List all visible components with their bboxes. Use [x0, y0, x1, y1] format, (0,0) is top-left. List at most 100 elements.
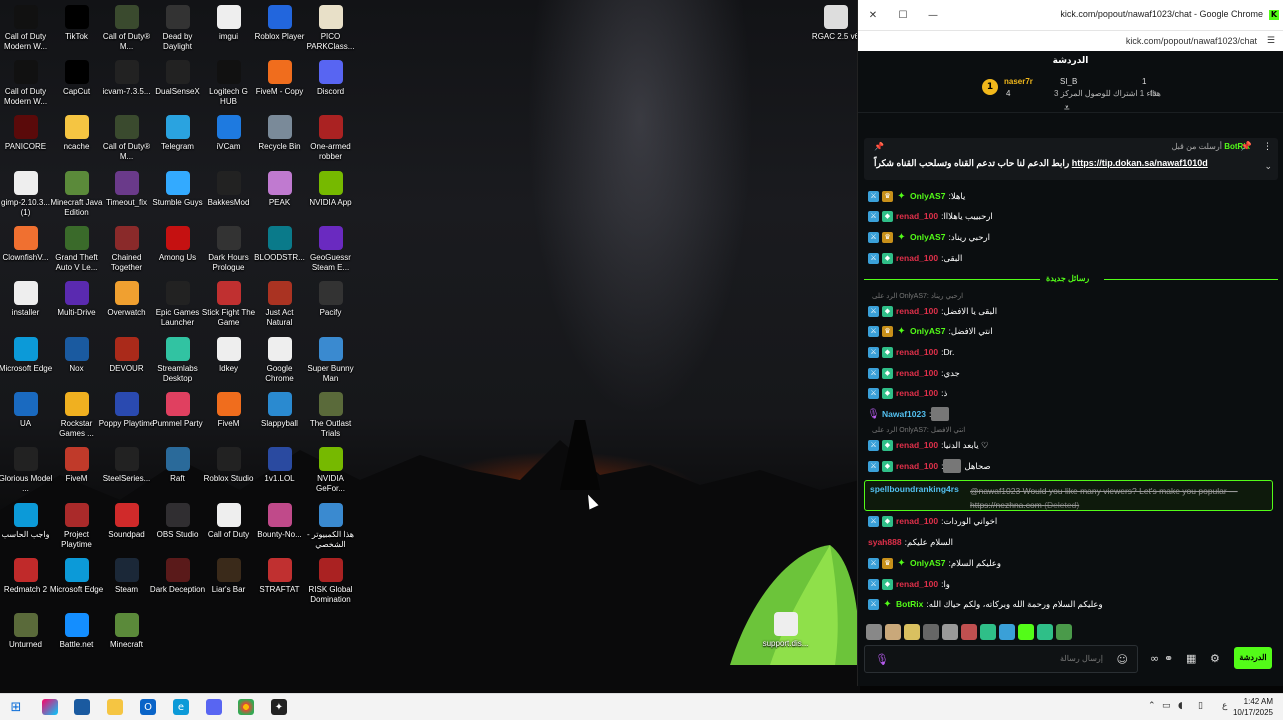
desktop-icon[interactable]: ncache	[51, 115, 102, 152]
windows-start-icon[interactable]: ⊞	[8, 699, 24, 715]
desktop-icon[interactable]: Roblox Studio	[203, 447, 254, 484]
sub-badge-icon[interactable]: ◆	[882, 439, 893, 451]
desktop-icon[interactable]: Pummel Party	[152, 392, 203, 429]
network-icon[interactable]: ▭	[1162, 701, 1171, 711]
desktop-icon[interactable]: FiveM - Copy	[254, 60, 305, 97]
address-bar[interactable]: kick.com/popout/nawaf1023/chat ☰	[858, 30, 1283, 51]
desktop-icon[interactable]: Stumble Guys	[152, 171, 203, 208]
desktop-icon[interactable]: Unturned	[0, 613, 51, 650]
desktop-icon[interactable]: Multi-Drive	[51, 281, 102, 318]
site-info-icon[interactable]: ☰	[1267, 36, 1275, 46]
quick-emote-icon[interactable]	[885, 624, 901, 640]
sub-badge-icon[interactable]: ◆	[882, 305, 893, 317]
unpin-icon[interactable]: 📌	[1241, 142, 1252, 152]
restore-button[interactable]: ☐	[888, 0, 918, 30]
pinned-link[interactable]: https://tip.dokan.sa/nawaf1010d	[1072, 158, 1208, 168]
chat-username[interactable]: renad_100	[896, 579, 938, 589]
crown-badge-icon[interactable]: ♛	[882, 231, 893, 243]
quick-emote-icon[interactable]	[923, 624, 939, 640]
close-button[interactable]: ✕	[858, 0, 888, 30]
mod-badge-icon[interactable]: ⚔	[868, 387, 879, 399]
desktop-icon[interactable]: Slappyball	[254, 392, 305, 429]
mod-badge-icon[interactable]: ⚔	[868, 460, 879, 472]
desktop-icon[interactable]: Overwatch	[101, 281, 152, 318]
crown-badge-icon[interactable]: ♛	[882, 557, 893, 569]
emote-image[interactable]	[931, 407, 950, 421]
chrome-taskbar-icon[interactable]	[238, 699, 254, 715]
outlook-icon[interactable]: O	[140, 699, 156, 715]
verified-badge-icon[interactable]: ✦	[882, 599, 893, 610]
desktop-icon[interactable]: Super Bunny Man	[305, 337, 356, 384]
desktop-icon[interactable]: Timeout_fix	[101, 171, 152, 208]
chat-username[interactable]: renad_100	[896, 440, 938, 450]
file-explorer-icon[interactable]	[107, 699, 123, 715]
desktop-icon[interactable]: Raft	[152, 447, 203, 484]
desktop-icon[interactable]: Logitech G HUB	[203, 60, 254, 107]
desktop-icon[interactable]: CapCut	[51, 60, 102, 97]
chat-username[interactable]: Nawaf1023	[882, 409, 926, 419]
chat-username[interactable]: syah888	[868, 537, 902, 547]
sub-badge-icon[interactable]: ◆	[882, 346, 893, 358]
desktop-icon[interactable]: PEAK	[254, 171, 305, 208]
volume-icon[interactable]: ◖	[1178, 701, 1183, 711]
desktop-icon[interactable]: DEVOUR	[101, 337, 152, 374]
highlight-user[interactable]: spellboundranking4rs	[870, 484, 959, 494]
quick-emote-icon[interactable]	[980, 624, 996, 640]
desktop-icon[interactable]: FiveM	[203, 392, 254, 429]
desktop-icon[interactable]: Poppy Playtime	[99, 392, 154, 429]
desktop-icon[interactable]: Minecraft Java Edition	[50, 171, 103, 218]
desktop-icon[interactable]: Liar's Bar	[203, 558, 254, 595]
chat-username[interactable]: renad_100	[896, 211, 938, 221]
store-icon[interactable]: ▦	[1186, 652, 1196, 665]
sub-badge-icon[interactable]: ◆	[882, 252, 893, 264]
mod-badge-icon[interactable]: ⚔	[868, 598, 879, 610]
desktop-icon[interactable]: هذا الكمبيوتر - الشخصي	[305, 503, 356, 550]
desktop-icon[interactable]: Grand Theft Auto V Le...	[51, 226, 102, 273]
desktop-icon[interactable]: Call of Duty® M...	[101, 5, 152, 52]
desktop-icon[interactable]: Glorious Model ...	[0, 447, 52, 494]
leader-1-name[interactable]: naser7r	[1004, 77, 1033, 86]
desktop-icon[interactable]: Pacify	[305, 281, 356, 318]
sub-badge-icon[interactable]: ◆	[882, 387, 893, 399]
chat-username[interactable]: renad_100	[896, 253, 938, 263]
reply-context[interactable]: الرد على OnlyAS7: ارحبي ريناد	[872, 292, 963, 300]
desktop-icon[interactable]: SteelSeries...	[101, 447, 152, 484]
desktop-icon[interactable]: Call of Duty	[203, 503, 254, 540]
edge-taskbar-icon[interactable]: e	[173, 699, 189, 715]
crown-badge-icon[interactable]: ♛	[882, 325, 893, 337]
desktop-icon[interactable]: Project Playtime	[51, 503, 102, 550]
desktop-icon[interactable]: Soundpad	[101, 503, 152, 540]
desktop-icon[interactable]: 1v1.LOL	[254, 447, 305, 484]
desktop-icon[interactable]: OBS Studio	[152, 503, 203, 540]
infinity-icon[interactable]: ∞	[1150, 652, 1159, 665]
tray-chevron-icon[interactable]: ⌃	[1148, 701, 1156, 711]
desktop-icon[interactable]: Among Us	[152, 226, 203, 263]
desktop-icon[interactable]: Chained Together	[101, 226, 152, 273]
chat-username[interactable]: OnlyAS7	[910, 232, 945, 242]
quick-emote-icon[interactable]	[942, 624, 958, 640]
desktop-icon[interactable]: FiveM	[51, 447, 102, 484]
language-indicator[interactable]: ع	[1222, 701, 1227, 711]
desktop-icon[interactable]: Just Act Natural	[254, 281, 305, 328]
desktop-icon[interactable]: NVIDIA GeFor...	[305, 447, 356, 494]
desktop-icon[interactable]: icvam-7.3.5...	[101, 60, 152, 97]
mod-badge-icon[interactable]: ⚔	[868, 305, 879, 317]
sub-badge-icon[interactable]: ◆	[882, 460, 893, 472]
quick-emote-icon[interactable]	[999, 624, 1015, 640]
desktop-icon[interactable]: STRAFTAT	[254, 558, 305, 595]
quick-emote-icon[interactable]	[1037, 624, 1053, 640]
desktop-icon[interactable]: ClownfishV...	[0, 226, 51, 263]
mod-badge-icon[interactable]: ⚔	[868, 578, 879, 590]
settings-icon[interactable]: ⚙	[1210, 652, 1220, 665]
sub-badge-icon[interactable]: ◆	[882, 515, 893, 527]
desktop-icon[interactable]: واجب الحاسب	[0, 503, 51, 540]
crown-badge-icon[interactable]: ♛	[882, 190, 893, 202]
expand-chevron-icon[interactable]: ⩡	[1064, 103, 1070, 114]
reply-context[interactable]: الرد على OnlyAS7: انتي الافضل	[872, 426, 965, 434]
chevron-down-icon[interactable]: ⌄	[1264, 162, 1272, 172]
desktop-icon[interactable]: Google Chrome	[254, 337, 305, 384]
chat-username[interactable]: renad_100	[896, 368, 938, 378]
url-text[interactable]: kick.com/popout/nawaf1023/chat	[1126, 36, 1257, 46]
desktop-icon[interactable]: RGAC 2.5 v6	[810, 5, 861, 42]
desktop-icon[interactable]: Nox	[51, 337, 102, 374]
